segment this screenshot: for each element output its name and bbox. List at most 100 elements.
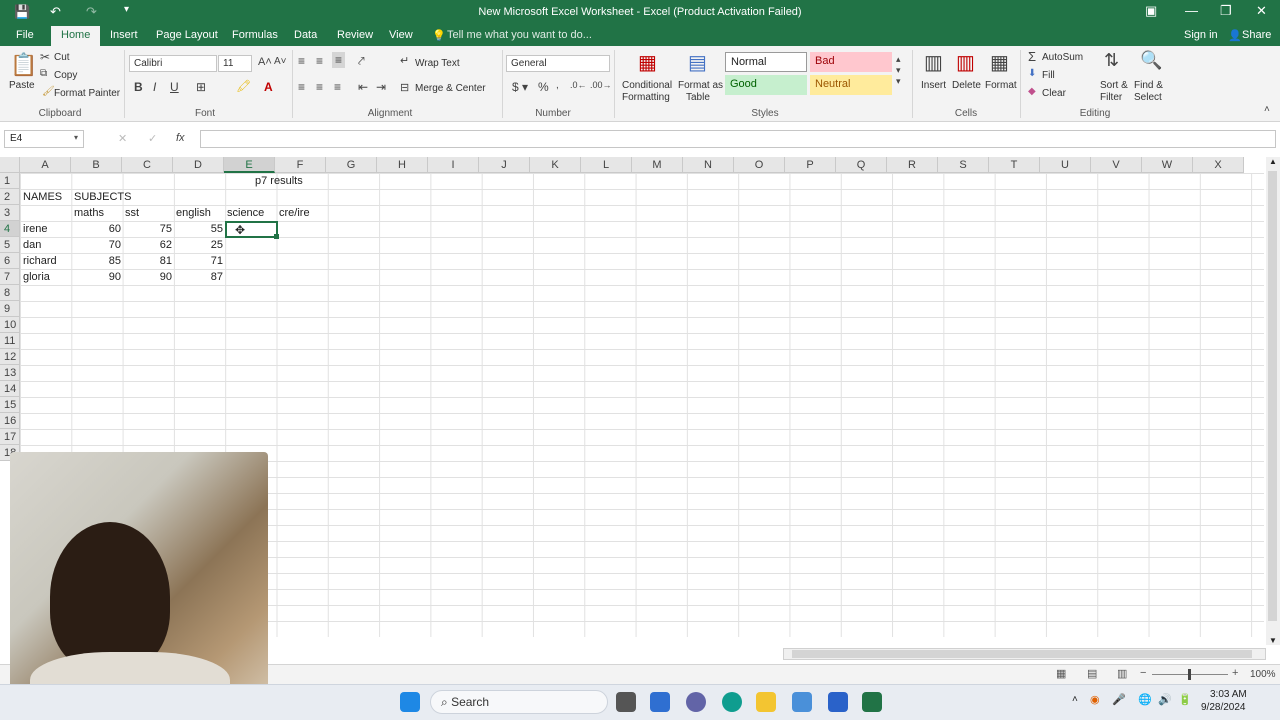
maximize-icon[interactable]: ❐	[1220, 3, 1232, 19]
cell-title[interactable]: p7 results	[253, 173, 305, 189]
format-cells-button[interactable]: Format	[985, 80, 1017, 91]
scroll-down-icon[interactable]: ▼	[1266, 636, 1280, 645]
row-header-1[interactable]: 1	[0, 173, 20, 189]
name-box[interactable]: E4	[4, 130, 84, 148]
zoom-in-icon[interactable]: +	[1232, 667, 1238, 679]
increase-font-icon[interactable]: A˄	[258, 56, 272, 68]
horizontal-scrollbar[interactable]	[783, 648, 1266, 660]
horizontal-scroll-thumb[interactable]	[792, 650, 1252, 658]
italic-icon[interactable]: I	[153, 80, 156, 94]
column-header-t[interactable]: T	[989, 157, 1040, 173]
row-header-4[interactable]: 4	[0, 221, 20, 237]
orientation-icon[interactable]: ⤤	[358, 54, 365, 69]
cell-score[interactable]: 55	[174, 221, 225, 237]
increase-decimal-icon[interactable]: .0←	[570, 80, 587, 90]
tab-view[interactable]: View	[389, 29, 413, 41]
align-top-icon[interactable]: ≡	[298, 54, 305, 68]
column-header-m[interactable]: M	[632, 157, 683, 173]
vertical-scrollbar[interactable]: ▲ ▼	[1266, 157, 1280, 645]
decrease-font-icon[interactable]: A˅	[274, 56, 287, 67]
row-header-11[interactable]: 11	[0, 333, 20, 349]
row-header-17[interactable]: 17	[0, 429, 20, 445]
comma-icon[interactable]: ,	[556, 80, 559, 91]
delete-cells-button[interactable]: Delete	[952, 80, 981, 91]
cancel-icon[interactable]: ✕	[118, 132, 127, 145]
excel-taskbar-icon[interactable]	[862, 692, 882, 712]
column-header-r[interactable]: R	[887, 157, 938, 173]
autosum-button[interactable]: AutoSum	[1042, 52, 1083, 63]
edge-icon[interactable]	[722, 692, 742, 712]
scroll-up-icon[interactable]: ▲	[1266, 157, 1280, 166]
column-header-d[interactable]: D	[173, 157, 224, 173]
styles-scroll-icon[interactable]: ▴ ▾ ▾	[896, 54, 901, 87]
align-left-icon[interactable]: ≡	[298, 80, 305, 94]
row-header-12[interactable]: 12	[0, 349, 20, 365]
column-header-p[interactable]: P	[785, 157, 836, 173]
tab-page-layout[interactable]: Page Layout	[156, 29, 218, 41]
format-painter-button[interactable]: Format Painter	[54, 88, 120, 99]
clear-button[interactable]: Clear	[1042, 88, 1066, 99]
insert-cells-button[interactable]: Insert	[921, 80, 946, 91]
outlook-icon[interactable]	[828, 692, 848, 712]
cell-subjects-header[interactable]: SUBJECTS	[72, 189, 133, 205]
style-neutral[interactable]: Neutral	[810, 75, 892, 95]
column-header-u[interactable]: U	[1040, 157, 1091, 173]
column-header-l[interactable]: L	[581, 157, 632, 173]
page-layout-view-icon[interactable]: ▤	[1087, 667, 1097, 680]
share-button[interactable]: Share	[1242, 29, 1271, 41]
active-cell-e4[interactable]	[225, 221, 278, 238]
font-color-icon[interactable]: A	[264, 80, 273, 94]
column-header-b[interactable]: B	[71, 157, 122, 173]
collapse-ribbon-icon[interactable]: ˄	[1264, 104, 1270, 115]
row-header-13[interactable]: 13	[0, 365, 20, 381]
column-header-s[interactable]: S	[938, 157, 989, 173]
battery-icon[interactable]: 🔋	[1178, 693, 1192, 706]
tray-app-icon[interactable]: ◉	[1090, 693, 1100, 706]
column-header-o[interactable]: O	[734, 157, 785, 173]
sign-in-link[interactable]: Sign in	[1184, 29, 1218, 41]
style-good[interactable]: Good	[725, 75, 807, 95]
row-header-3[interactable]: 3	[0, 205, 20, 221]
formula-input[interactable]	[200, 130, 1276, 148]
cell-score[interactable]: 81	[123, 253, 174, 269]
decrease-indent-icon[interactable]: ⇤	[358, 80, 368, 94]
tab-data[interactable]: Data	[294, 29, 317, 41]
enter-icon[interactable]: ✓	[148, 132, 157, 145]
row-header-9[interactable]: 9	[0, 301, 20, 317]
clock-date[interactable]: 9/28/2024	[1201, 702, 1246, 713]
column-header-i[interactable]: I	[428, 157, 479, 173]
windows-start-icon[interactable]	[400, 692, 420, 712]
row-header-16[interactable]: 16	[0, 413, 20, 429]
cell-score[interactable]: 87	[174, 269, 225, 285]
paste-button[interactable]: Paste	[9, 80, 35, 91]
cell-score[interactable]: 75	[123, 221, 174, 237]
column-header-g[interactable]: G	[326, 157, 377, 173]
ribbon-display-icon[interactable]: ▣	[1145, 3, 1157, 19]
store-icon[interactable]	[792, 692, 812, 712]
clock-time[interactable]: 3:03 AM	[1210, 689, 1247, 700]
tell-me-box[interactable]: Tell me what you want to do...	[447, 29, 592, 41]
fill-handle[interactable]	[274, 234, 279, 239]
merge-center-button[interactable]: Merge & Center	[415, 83, 486, 94]
zoom-slider-thumb[interactable]	[1188, 669, 1191, 680]
cut-button[interactable]: Cut	[54, 52, 70, 63]
cell-score[interactable]: 90	[123, 269, 174, 285]
number-format-dropdown[interactable]: General	[506, 55, 610, 72]
paste-icon[interactable]: 📋	[10, 52, 37, 78]
column-header-v[interactable]: V	[1091, 157, 1142, 173]
align-right-icon[interactable]: ≡	[334, 80, 341, 94]
column-header-a[interactable]: A	[20, 157, 71, 173]
name-box-dropdown-icon[interactable]: ▾	[74, 133, 78, 142]
sort-filter-button-line2[interactable]: Filter	[1100, 92, 1122, 103]
cell-score[interactable]: 70	[72, 237, 123, 253]
page-break-view-icon[interactable]: ▥	[1117, 667, 1127, 680]
align-center-icon[interactable]: ≡	[316, 80, 323, 94]
decrease-decimal-icon[interactable]: .00→	[590, 80, 612, 90]
task-view-icon[interactable]	[616, 692, 636, 712]
cell-score[interactable]: 85	[72, 253, 123, 269]
tab-insert[interactable]: Insert	[110, 29, 138, 41]
column-header-e[interactable]: E	[224, 157, 275, 173]
align-middle-icon[interactable]: ≡	[316, 54, 323, 68]
row-header-14[interactable]: 14	[0, 381, 20, 397]
vertical-scroll-thumb[interactable]	[1268, 171, 1277, 621]
